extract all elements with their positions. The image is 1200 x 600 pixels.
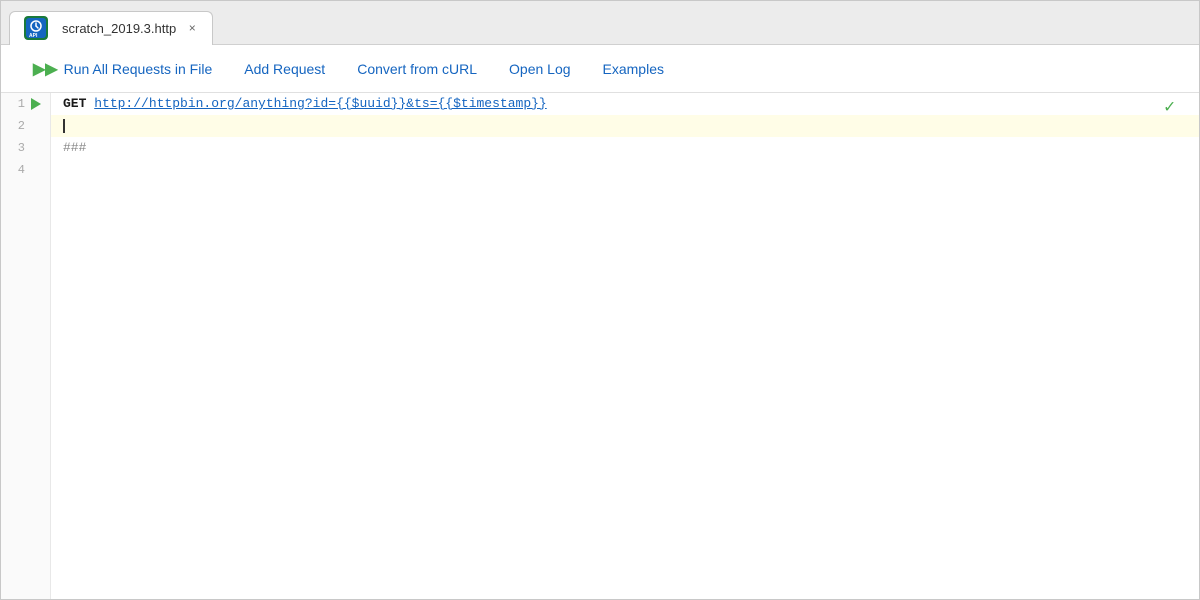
url-space	[86, 93, 94, 115]
api-icon: API	[22, 14, 50, 42]
run-all-button[interactable]: ▶▶ Run All Requests in File	[17, 51, 228, 87]
line-num-1: 1	[9, 97, 25, 111]
file-tab[interactable]: API scratch_2019.3.http ×	[9, 11, 213, 45]
comment-separator: ###	[63, 137, 86, 159]
code-line-2	[51, 115, 1199, 137]
code-editor[interactable]: GET http://httpbin.org/anything?id={{$uu…	[51, 93, 1199, 599]
title-bar: API scratch_2019.3.http ×	[1, 1, 1199, 45]
examples-label: Examples	[603, 61, 664, 77]
convert-curl-button[interactable]: Convert from cURL	[341, 53, 493, 85]
run-all-label: Run All Requests in File	[64, 61, 213, 77]
editor-area: 1 2 3 4 GET	[1, 93, 1199, 599]
run-arrow-icon	[31, 98, 41, 110]
line-num-2: 2	[9, 119, 25, 133]
add-request-button[interactable]: Add Request	[228, 53, 341, 85]
line-1-gutter: 1	[1, 93, 50, 115]
open-log-label: Open Log	[509, 61, 571, 77]
line-numbers: 1 2 3 4	[1, 93, 51, 599]
line-2-gutter: 2	[1, 115, 50, 137]
svg-text:API: API	[29, 33, 38, 39]
code-line-3: ###	[51, 137, 1199, 159]
convert-curl-label: Convert from cURL	[357, 61, 477, 77]
code-line-4	[51, 159, 1199, 181]
line-num-3: 3	[9, 141, 25, 155]
tab-label: scratch_2019.3.http	[62, 21, 176, 36]
line-num-4: 4	[9, 163, 25, 177]
open-log-button[interactable]: Open Log	[493, 53, 587, 85]
line-3-gutter: 3	[1, 137, 50, 159]
examples-button[interactable]: Examples	[587, 53, 680, 85]
empty-line	[63, 159, 71, 181]
main-window: API scratch_2019.3.http × ▶▶ Run All Req…	[0, 0, 1200, 600]
tab-close-button[interactable]: ×	[184, 20, 200, 36]
line-4-gutter: 4	[1, 159, 50, 181]
code-line-1: GET http://httpbin.org/anything?id={{$uu…	[51, 93, 1199, 115]
text-cursor	[63, 119, 65, 133]
run-all-icon: ▶▶	[33, 59, 58, 79]
toolbar: ▶▶ Run All Requests in File Add Request …	[1, 45, 1199, 93]
request-url: http://httpbin.org/anything?id={{$uuid}}…	[94, 93, 547, 115]
add-request-label: Add Request	[244, 61, 325, 77]
method-keyword: GET	[63, 93, 86, 115]
check-icon: ✓	[1164, 93, 1187, 119]
run-line-1-button[interactable]	[29, 97, 43, 111]
